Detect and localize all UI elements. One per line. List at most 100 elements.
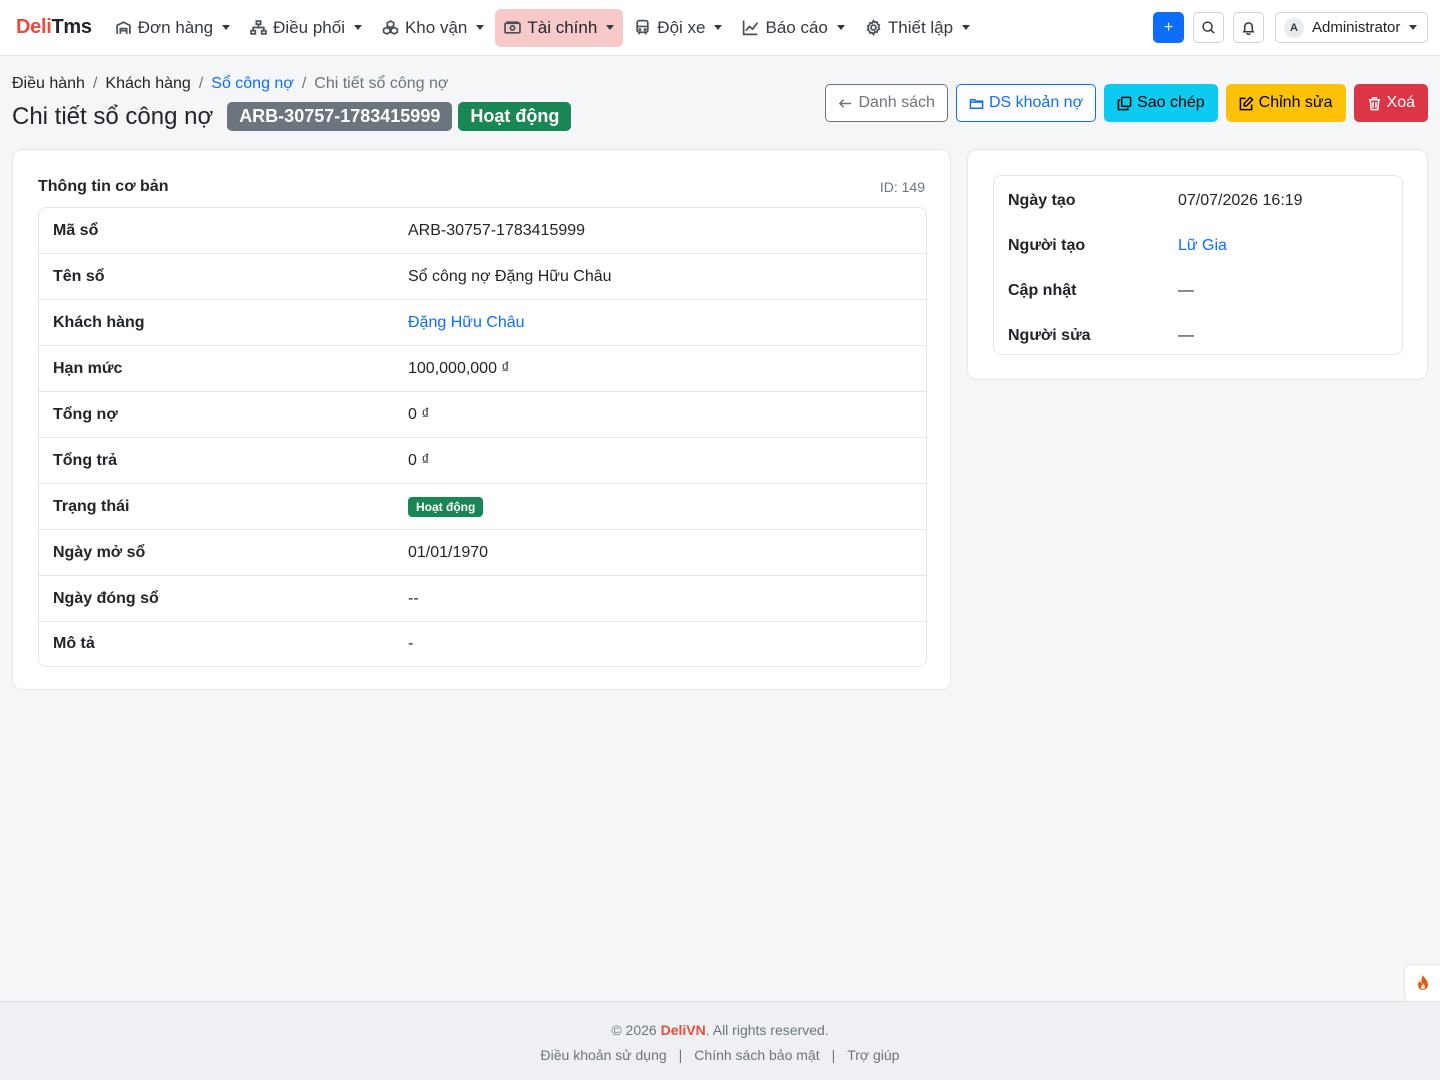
chevron-down-icon xyxy=(714,25,723,30)
table-row: Mô tả - xyxy=(39,622,926,666)
copy-button[interactable]: Sao chép xyxy=(1104,84,1218,122)
field-label: Ngày đóng sổ xyxy=(53,589,159,607)
field-label: Người sửa xyxy=(1008,326,1091,344)
user-name: Administrator xyxy=(1312,19,1401,36)
search-button[interactable] xyxy=(1193,12,1224,43)
chevron-down-icon xyxy=(836,25,845,30)
field-value: 0 ₫ xyxy=(408,405,430,423)
sitemap-icon xyxy=(250,20,267,35)
field-label: Hạn mức xyxy=(53,359,123,377)
field-label: Người tạo xyxy=(1008,236,1086,254)
cash-icon xyxy=(504,21,522,34)
nav-item-reports[interactable]: Báo cáo xyxy=(733,9,853,47)
table-row: Ngày tạo 07/07/2026 16:19 xyxy=(994,178,1402,223)
copy-icon xyxy=(1117,96,1132,110)
customer-link[interactable]: Đặng Hữu Châu xyxy=(408,314,926,332)
button-label: Xoá xyxy=(1386,94,1415,111)
code-badge: ARB-30757-1783415999 xyxy=(227,102,453,131)
navbar-right: + A Administrator xyxy=(1153,12,1428,43)
field-value: ARB-30757-1783415999 xyxy=(408,221,586,239)
back-to-list-button[interactable]: Danh sách xyxy=(825,84,948,122)
fire-icon xyxy=(1417,975,1428,990)
debug-toolbar-toggle[interactable] xyxy=(1404,964,1440,1002)
footer-link-terms[interactable]: Điều khoản sử dụng xyxy=(541,1047,667,1063)
record-id: ID: 149 xyxy=(879,179,925,195)
nav-item-label: Đơn hàng xyxy=(137,17,214,37)
breadcrumb: Điều hành / Khách hàng / Sổ công nợ / Ch… xyxy=(12,75,448,93)
warehouse-icon xyxy=(115,21,131,34)
nav-item-label: Đội xe xyxy=(657,17,706,37)
folder-icon xyxy=(969,98,984,109)
field-value: 100,000,000 ₫ xyxy=(408,359,510,377)
debt-list-button[interactable]: DS khoản nợ xyxy=(955,84,1097,122)
footer-link-privacy[interactable]: Chính sách bảo mật xyxy=(694,1047,819,1063)
top-navbar: DeliTms Đơn hàng Điều phối Kho vận Tài c… xyxy=(0,0,1440,56)
field-value: 0 ₫ xyxy=(408,451,430,469)
add-button[interactable]: + xyxy=(1153,12,1184,43)
table-row: Người sửa — xyxy=(994,313,1402,358)
field-label: Tổng trả xyxy=(53,451,117,469)
table-row: Hạn mức 100,000,000 ₫ xyxy=(39,346,926,392)
breadcrumb-current: Chi tiết sổ công nợ xyxy=(314,75,449,92)
nav-item-fleet[interactable]: Đội xe xyxy=(625,9,731,47)
main-menu: Đơn hàng Điều phối Kho vận Tài chính Đội… xyxy=(106,8,979,47)
page-title: Chi tiết sổ công nợ xyxy=(12,102,214,130)
button-label: Danh sách xyxy=(858,94,935,111)
field-value: Hoạt động xyxy=(408,496,926,517)
field-label: Trạng thái xyxy=(53,497,130,515)
field-label: Tên sổ xyxy=(53,267,105,285)
field-label: Tổng nợ xyxy=(53,405,118,423)
nav-item-label: Tài chính xyxy=(527,17,598,37)
meta-table: Ngày tạo 07/07/2026 16:19 Người tạo Lữ G… xyxy=(993,175,1403,355)
page-header: Chi tiết sổ công nợ ARB-30757-1783415999… xyxy=(12,102,572,131)
copyright-prefix: © 2026 xyxy=(611,1022,661,1038)
breadcrumb-item[interactable]: Điều hành xyxy=(12,75,85,93)
chart-line-icon xyxy=(743,20,759,36)
nav-item-warehouse[interactable]: Kho vận xyxy=(373,9,493,47)
footer-link-help[interactable]: Trợ giúp xyxy=(847,1047,899,1063)
meta-info-card: Ngày tạo 07/07/2026 16:19 Người tạo Lữ G… xyxy=(967,149,1428,380)
nav-item-settings[interactable]: Thiết lập xyxy=(856,9,979,47)
arrow-left-icon xyxy=(839,98,852,108)
field-value: - xyxy=(408,635,414,652)
nav-item-finance[interactable]: Tài chính xyxy=(495,8,624,47)
status-badge: Hoạt động xyxy=(408,496,484,517)
brand-logo[interactable]: DeliTms xyxy=(16,16,92,39)
breadcrumb-item[interactable]: Sổ công nợ xyxy=(211,75,294,93)
copyright-suffix: . All rights reserved. xyxy=(705,1022,829,1038)
table-row: Người tạo Lữ Gia xyxy=(994,223,1402,268)
boxes-icon xyxy=(382,20,399,35)
footer: © 2026 DeliVN. All rights reserved. Điều… xyxy=(0,1001,1440,1080)
footer-separator: | xyxy=(831,1047,836,1063)
card-title: Thông tin cơ bản xyxy=(38,178,169,195)
chevron-down-icon xyxy=(353,25,362,30)
nav-item-dispatch[interactable]: Điều phối xyxy=(241,9,371,47)
breadcrumb-item[interactable]: Khách hàng xyxy=(105,75,190,93)
brand-part-2: Tms xyxy=(51,16,92,38)
creator-link[interactable]: Lữ Gia xyxy=(1178,237,1227,255)
edit-button[interactable]: Chỉnh sửa xyxy=(1225,84,1346,122)
user-menu[interactable]: A Administrator xyxy=(1275,12,1428,43)
table-row: Cập nhật — xyxy=(994,268,1402,313)
field-label: Mô tả xyxy=(53,635,95,652)
field-value: — xyxy=(1178,281,1194,299)
delete-button[interactable]: Xoá xyxy=(1353,84,1428,122)
gear-icon xyxy=(866,19,881,36)
field-value: -- xyxy=(408,589,419,607)
table-row: Ngày đóng sổ -- xyxy=(39,576,926,622)
chevron-down-icon xyxy=(962,25,971,30)
nav-item-label: Điều phối xyxy=(273,17,345,37)
table-row: Mã sổ ARB-30757-1783415999 xyxy=(39,208,926,254)
footer-links: Điều khoản sử dụng | Chính sách bảo mật … xyxy=(0,1047,1440,1063)
action-toolbar: Danh sách DS khoản nợ Sao chép Chỉnh sửa… xyxy=(825,84,1428,122)
breadcrumb-separator: / xyxy=(301,75,307,92)
field-label: Cập nhật xyxy=(1008,281,1077,299)
trash-icon xyxy=(1368,96,1380,110)
nav-item-orders[interactable]: Đơn hàng xyxy=(106,9,239,47)
basic-info-card: Thông tin cơ bản ID: 149 Mã sổ ARB-30757… xyxy=(12,149,951,690)
table-row: Khách hàng Đặng Hữu Châu xyxy=(39,300,926,346)
status-badge: Hoạt động xyxy=(458,102,572,131)
notifications-button[interactable] xyxy=(1233,12,1264,43)
footer-brand: DeliVN xyxy=(660,1022,706,1038)
chevron-down-icon xyxy=(606,25,615,30)
